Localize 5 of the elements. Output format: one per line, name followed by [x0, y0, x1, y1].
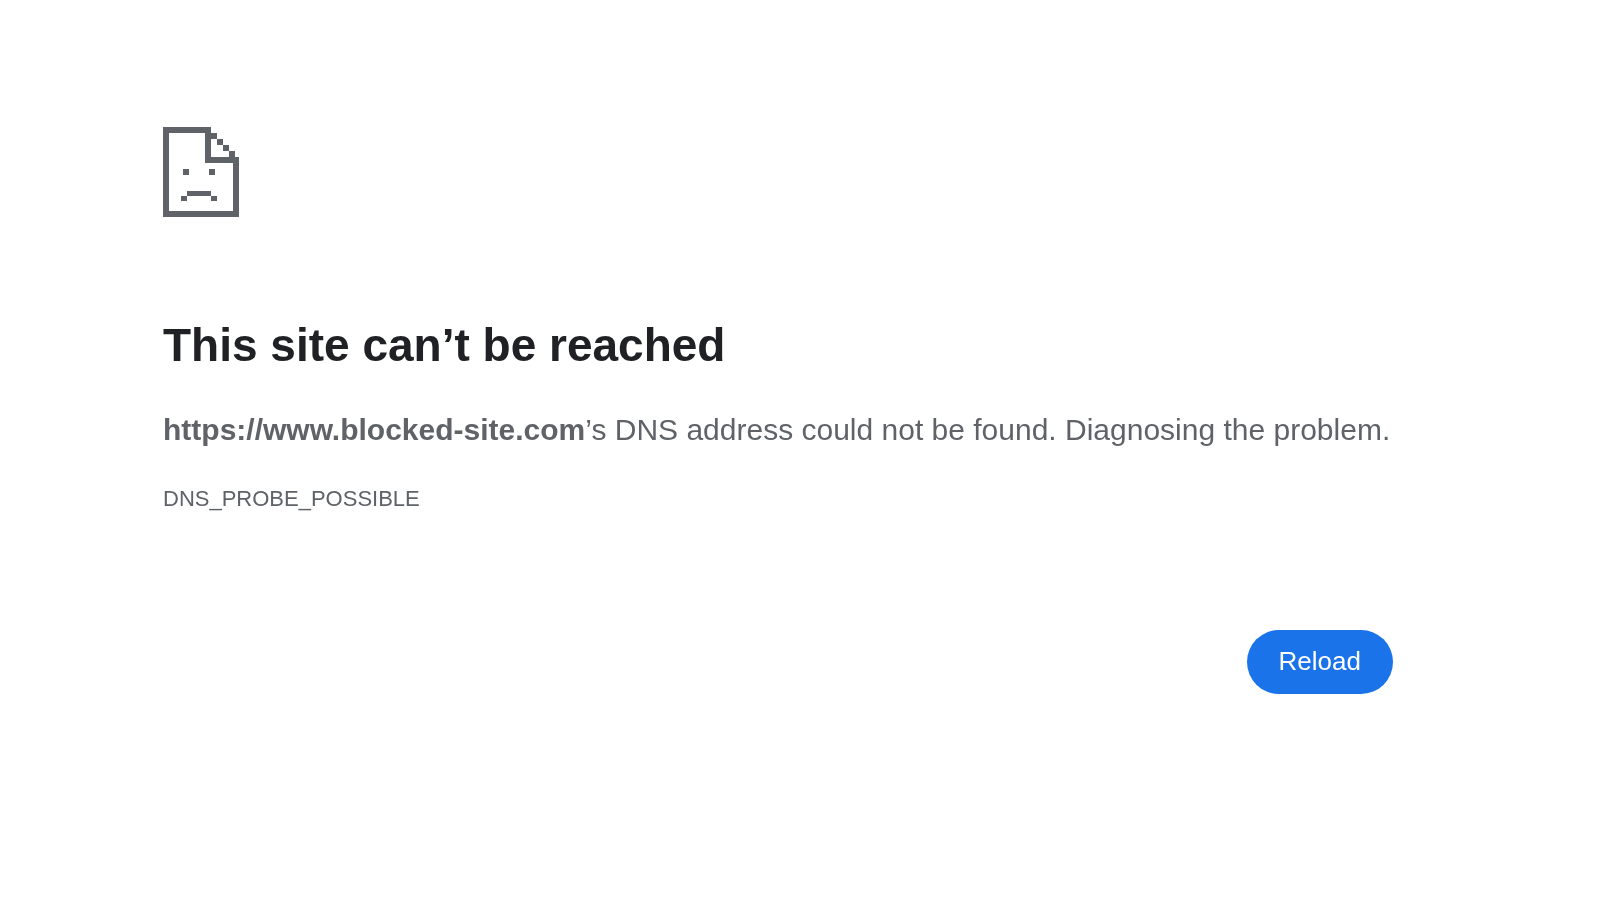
error-code: DNS_PROBE_POSSIBLE	[163, 484, 420, 513]
error-message: https://www.blocked-site.com’s DNS address could not be found. Diagnosing the problem.	[163, 411, 1392, 448]
sad-page-icon	[163, 127, 239, 217]
error-heading: This site can’t be reached	[163, 318, 726, 373]
reload-button[interactable]: Reload	[1246, 629, 1393, 694]
